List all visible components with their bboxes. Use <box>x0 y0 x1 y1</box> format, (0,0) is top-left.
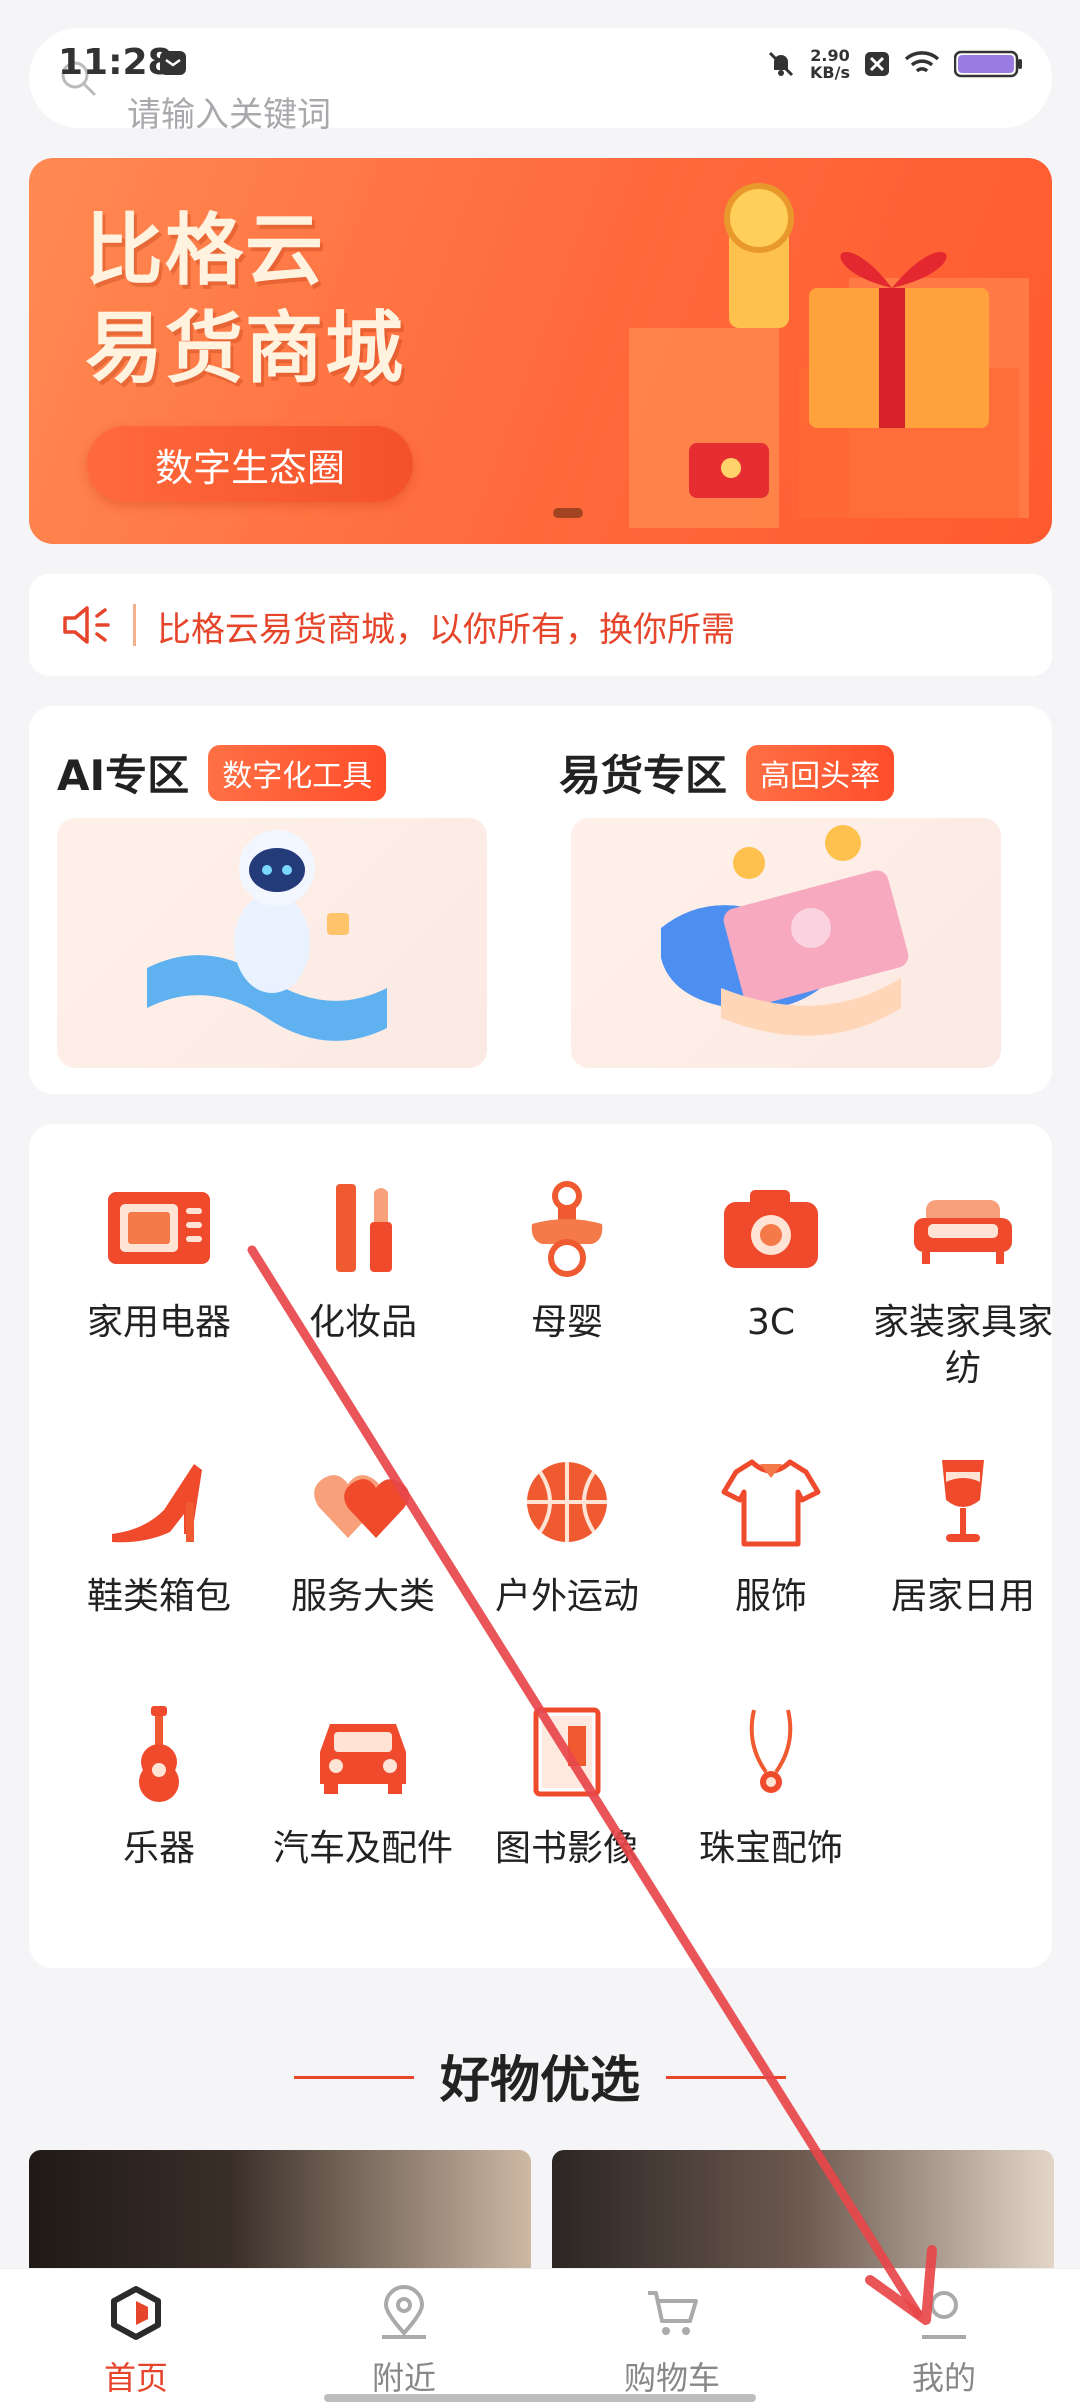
category-grid: 家用电器 化妆品 母婴 3C 家装家具家纺 鞋类箱包 服务大类 户外运动 服饰 … <box>29 1124 1053 1968</box>
nav-nearby-label: 附近 <box>371 2359 436 2397</box>
guitar-icon <box>139 1706 179 1802</box>
promo-banner[interactable]: 比格云 易货商城 数字生态圈 <box>29 158 1052 544</box>
zones-panel: AI专区 数字化工具 易货专区 高回头率 <box>29 706 1052 1094</box>
mute-bell-icon <box>768 51 794 77</box>
category-label: 家装家具家纺 <box>873 1302 1054 1389</box>
message-icon <box>160 51 186 75</box>
category-jewelry[interactable]: 珠宝配饰 <box>669 1704 873 1872</box>
product-card[interactable] <box>552 2150 1054 2270</box>
cosmetics-icon <box>336 1184 392 1272</box>
banner-title-line2: 易货商城 <box>85 304 406 394</box>
appliance-icon <box>108 1192 210 1264</box>
banner-title-line1: 比格云 <box>85 206 326 296</box>
barter-zone[interactable]: 易货专区 高回头率 <box>559 742 1029 803</box>
banner-pill: 数字生态圈 <box>87 426 413 502</box>
status-right: 2.90 KB/s <box>766 44 1024 84</box>
category-services[interactable]: 服务大类 <box>261 1452 465 1620</box>
shirt-icon <box>721 1459 821 1547</box>
category-instruments[interactable]: 乐器 <box>57 1704 261 1872</box>
nav-cart[interactable]: 购物车 <box>572 2285 772 2399</box>
high-heel-icon <box>112 1464 202 1543</box>
nav-nearby[interactable]: 附近 <box>304 2285 504 2399</box>
notice-text: 比格云易货商城，以你所有，换你所需 <box>157 610 735 650</box>
network-speed: 2.90 KB/s <box>810 47 850 81</box>
ai-zone-tag: 数字化工具 <box>208 744 387 801</box>
sim-off-icon <box>865 52 889 76</box>
category-home-furnishing[interactable]: 家装家具家纺 <box>873 1178 1053 1392</box>
category-baby[interactable]: 母婴 <box>465 1178 669 1346</box>
category-label: 家用电器 <box>86 1302 231 1343</box>
category-household[interactable]: 居家日用 <box>873 1452 1053 1620</box>
home-indicator <box>324 2394 756 2402</box>
user-icon <box>922 2291 966 2339</box>
category-label: 珠宝配饰 <box>698 1828 843 1869</box>
barter-zone-title: 易货专区 <box>559 751 728 800</box>
speaker-icon <box>63 606 110 644</box>
barter-zone-tag: 高回头率 <box>746 744 895 801</box>
category-label: 服饰 <box>734 1576 807 1617</box>
category-label: 图书影像 <box>494 1828 639 1869</box>
camera-icon <box>724 1190 818 1268</box>
bottom-nav: 首页 附近 购物车 我的 <box>0 2268 1080 2408</box>
money-hand-illustration <box>661 825 909 1036</box>
battery-icon <box>954 50 1022 78</box>
speed-unit: KB/s <box>810 63 850 82</box>
category-apparel[interactable]: 服饰 <box>669 1452 873 1620</box>
category-outdoor-sports[interactable]: 户外运动 <box>465 1452 669 1620</box>
barter-zone-card[interactable] <box>571 818 1001 1068</box>
wifi-icon <box>904 51 940 73</box>
notice-divider <box>133 604 136 646</box>
category-3c[interactable]: 3C <box>669 1178 873 1346</box>
notice-bar[interactable]: 比格云易货商城，以你所有，换你所需 <box>29 574 1052 676</box>
category-label: 鞋类箱包 <box>86 1576 231 1617</box>
carousel-indicator <box>553 508 583 518</box>
gift-illustration <box>629 183 1029 528</box>
necklace-icon <box>749 1709 793 1793</box>
location-icon <box>382 2285 426 2339</box>
category-shoes-bags[interactable]: 鞋类箱包 <box>57 1452 261 1620</box>
section-title: 好物优选 <box>440 2051 640 2109</box>
status-time: 11:28 <box>58 42 173 83</box>
pacifier-icon <box>531 1181 603 1277</box>
ai-zone-title: AI专区 <box>57 751 190 800</box>
home-icon <box>111 2286 161 2340</box>
category-label: 母婴 <box>530 1302 603 1343</box>
car-icon <box>320 1724 406 1794</box>
speed-value: 2.90 <box>810 46 850 65</box>
category-label: 化妆品 <box>308 1302 417 1343</box>
cart-icon <box>648 2291 698 2335</box>
category-auto[interactable]: 汽车及配件 <box>261 1704 465 1872</box>
category-label: 3C <box>746 1302 796 1343</box>
section-line-right <box>666 2076 786 2079</box>
book-icon <box>533 1707 601 1797</box>
nav-me-label: 我的 <box>911 2359 976 2397</box>
category-appliance[interactable]: 家用电器 <box>57 1178 261 1346</box>
ai-zone-card[interactable] <box>57 818 487 1068</box>
product-card[interactable] <box>29 2150 531 2270</box>
category-label: 服务大类 <box>290 1576 435 1617</box>
category-books-media[interactable]: 图书影像 <box>465 1704 669 1872</box>
basketball-icon <box>527 1462 607 1542</box>
category-label: 汽车及配件 <box>272 1828 453 1869</box>
nav-home[interactable]: 首页 <box>36 2285 236 2399</box>
glass-icon <box>942 1460 984 1542</box>
robot-illustration <box>147 830 387 1041</box>
category-label: 居家日用 <box>890 1576 1035 1617</box>
search-placeholder[interactable]: 请输入关键词 <box>127 87 331 136</box>
nav-cart-label: 购物车 <box>623 2359 720 2397</box>
hearts-icon <box>314 1475 410 1538</box>
category-label: 户外运动 <box>494 1576 639 1617</box>
nav-me[interactable]: 我的 <box>844 2285 1044 2399</box>
category-label: 乐器 <box>122 1828 195 1869</box>
nav-home-label: 首页 <box>103 2359 168 2397</box>
sofa-icon <box>914 1200 1012 1264</box>
ai-zone[interactable]: AI专区 数字化工具 <box>57 742 527 803</box>
category-cosmetics[interactable]: 化妆品 <box>261 1178 465 1346</box>
